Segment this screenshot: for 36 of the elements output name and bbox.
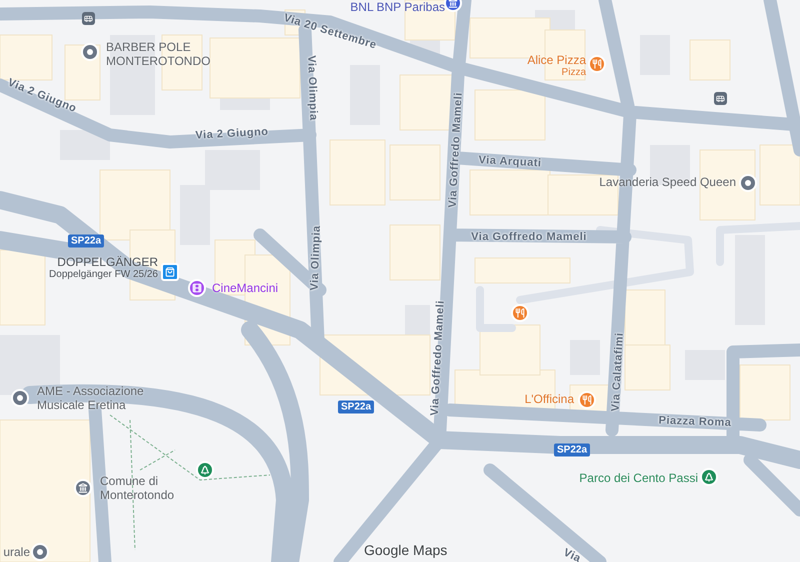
street-label: Via Calatafimi <box>608 332 627 412</box>
place-label[interactable]: Parco dei Cento Passi <box>579 471 698 485</box>
fork-knife-icon[interactable] <box>588 55 606 73</box>
film-icon[interactable] <box>188 279 206 297</box>
street-label: Via Goffredo Mameli <box>471 230 587 245</box>
place-label[interactable]: Alice Pizza <box>527 53 586 67</box>
map-attribution: Google Maps <box>364 541 448 560</box>
street-label: Via Olimpia <box>308 225 324 291</box>
street-label: Via Goffredo Mameli <box>428 300 448 416</box>
place-label[interactable]: DOPPELGÄNGER <box>57 255 158 269</box>
street-label: Via 2 Giugno <box>195 124 269 144</box>
route-shield: SP22a <box>338 400 374 414</box>
tree-icon[interactable] <box>196 461 214 479</box>
bus-stop-icon[interactable] <box>714 92 727 105</box>
place-subtitle: Doppelgänger FW 25/26 <box>49 269 158 281</box>
place-label[interactable]: CineMancini <box>212 281 278 295</box>
place-subtitle: Pizza <box>562 67 586 79</box>
route-shield: SP22a <box>554 444 590 456</box>
place-label[interactable]: Lavanderia Speed Queen <box>599 175 736 189</box>
place-label[interactable]: Comune di Monterotondo <box>100 474 190 502</box>
bag-icon[interactable] <box>161 263 179 281</box>
place-label[interactable]: AME - Associazione Musicale Eretina <box>37 384 159 412</box>
fork-knife-icon[interactable] <box>511 304 529 322</box>
street-label: Via <box>560 546 584 562</box>
street-label: Via Goffredo Mameli <box>446 92 466 208</box>
street-label: Via Arquati <box>478 153 542 172</box>
street-label: Piazza Roma <box>658 413 732 432</box>
place-label[interactable]: BARBER POLE MONTEROTONDO <box>106 40 216 68</box>
route-shield: SP22a <box>68 234 104 248</box>
bus-stop-icon[interactable] <box>82 12 95 25</box>
place-label[interactable]: L'Officina <box>524 392 574 406</box>
street-label: Via Olimpia <box>304 55 320 121</box>
place-label[interactable]: urale <box>3 545 30 559</box>
pin-icon[interactable] <box>11 389 29 407</box>
tree-icon[interactable] <box>700 468 718 486</box>
place-label[interactable]: BNL BNP Paribas <box>350 0 445 14</box>
